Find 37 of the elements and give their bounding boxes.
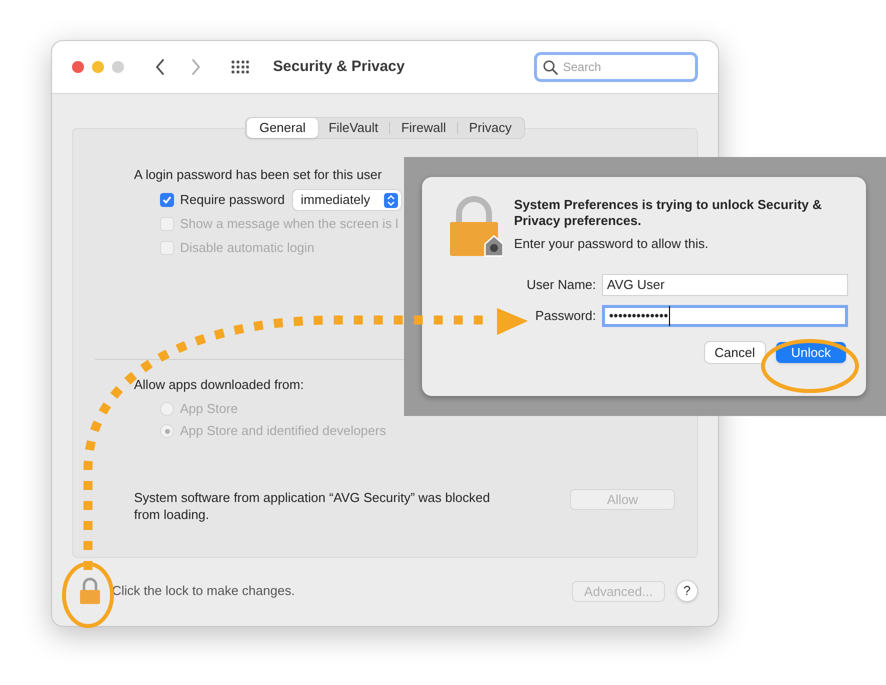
checkbox-label: Disable automatic login xyxy=(180,239,314,258)
checkbox-label: Require password xyxy=(180,191,285,210)
dialog-message: Enter your password to allow this. xyxy=(514,235,710,253)
radio-label: App Store xyxy=(180,400,238,418)
grid-icon[interactable] xyxy=(231,60,249,74)
close-button[interactable] xyxy=(72,61,84,73)
stepper-icon xyxy=(384,192,398,208)
dropdown[interactable]: immediately xyxy=(292,190,401,210)
field-label: Password: xyxy=(535,307,596,326)
minimize-button[interactable] xyxy=(92,61,104,73)
cancel-button[interactable]: Cancel xyxy=(704,342,765,363)
input-field[interactable]: AVG User xyxy=(602,274,848,296)
highlight-ring xyxy=(62,562,114,628)
search-input: Search xyxy=(563,58,673,76)
lock-icon[interactable] xyxy=(79,577,101,605)
field-label: User Name: xyxy=(526,276,596,294)
back-icon[interactable] xyxy=(155,59,165,75)
tab[interactable]: Firewall xyxy=(390,118,458,138)
window-title: Security & Privacy xyxy=(273,56,405,77)
login-text: A login password has been set for this user xyxy=(134,166,383,184)
tab[interactable]: Privacy xyxy=(458,118,523,138)
help-button[interactable]: ? xyxy=(676,580,698,602)
search-field[interactable]: Search xyxy=(534,52,698,82)
tab[interactable]: General xyxy=(247,118,318,138)
tab[interactable]: FileVault xyxy=(318,118,390,138)
dialog-title: System Preferences is trying to unlock Security & Privacy preferences. xyxy=(514,197,823,229)
zoom-button[interactable] xyxy=(112,61,124,73)
lock-icon xyxy=(449,196,503,258)
search-icon xyxy=(543,60,558,74)
radio-label: App Store and identified developers xyxy=(180,422,386,440)
input-field[interactable]: ••••••••••••• xyxy=(602,305,848,327)
checkbox[interactable] xyxy=(160,193,174,207)
checkbox-label: Show a message when the screen is l xyxy=(180,215,398,234)
lock-hint: Click the lock to make changes. xyxy=(112,582,295,600)
blocked-message: System software from application “AVG Security” was blocked from loading. xyxy=(134,489,491,523)
downloads-label: Allow apps downloaded from: xyxy=(134,376,305,394)
forward-icon[interactable] xyxy=(191,59,201,75)
